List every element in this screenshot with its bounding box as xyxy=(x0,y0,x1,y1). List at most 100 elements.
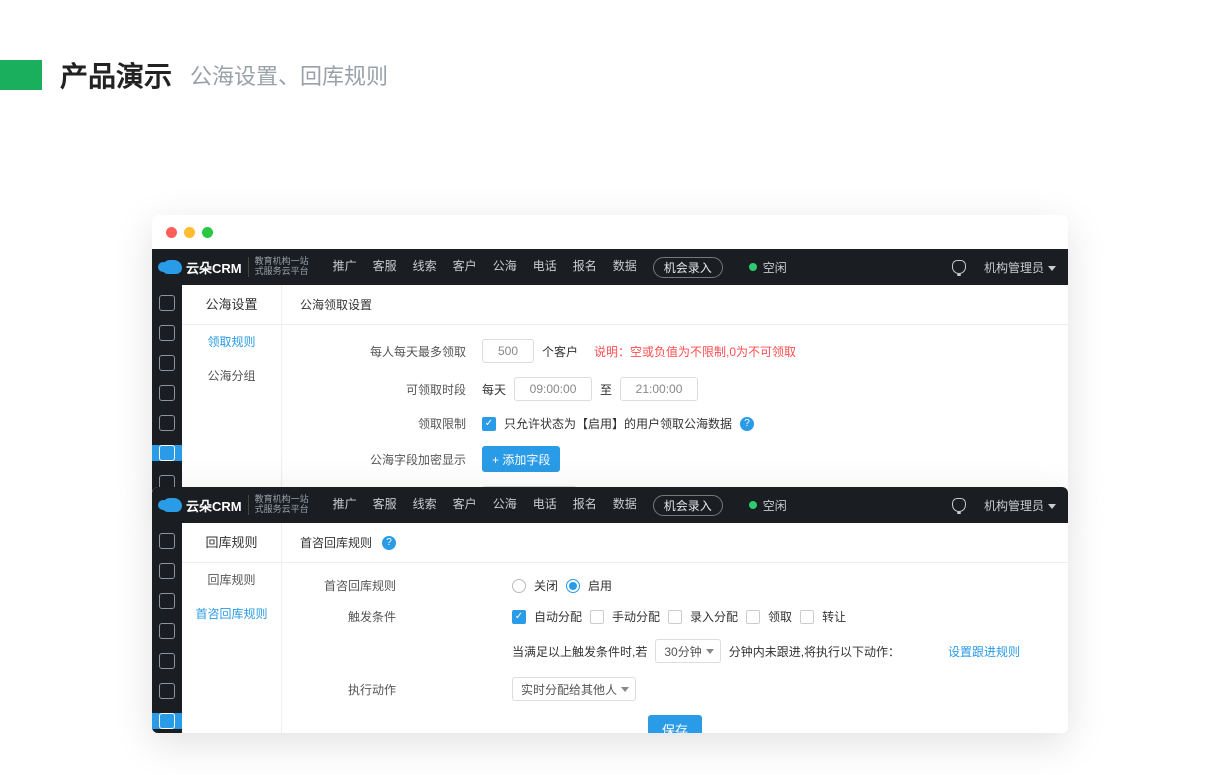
close-icon[interactable] xyxy=(166,227,177,238)
logo-text: 云朵CRM xyxy=(186,496,242,515)
nav-item[interactable]: 公海 xyxy=(493,257,517,278)
nav-item[interactable]: 报名 xyxy=(573,495,597,516)
nav-item[interactable]: 推广 xyxy=(333,257,357,278)
top-nav: 云朵CRM 教育机构一站 式服务云平台 推广 客服 线索 客户 公海 电话 报名… xyxy=(152,249,1068,285)
window-public-sea-settings: 云朵CRM 教育机构一站 式服务云平台 推广 客服 线索 客户 公海 电话 报名… xyxy=(152,215,1068,495)
slide-title: 产品演示 xyxy=(60,55,172,95)
rail-icon[interactable] xyxy=(159,325,175,341)
nav-item[interactable]: 电话 xyxy=(533,257,557,278)
select-action[interactable]: 实时分配给其他人 xyxy=(512,677,636,701)
logo-subtitle: 教育机构一站 式服务云平台 xyxy=(248,257,309,277)
label-daily-max: 每人每天最多领取 xyxy=(282,343,482,360)
nav-chip[interactable]: 机会录入 xyxy=(653,495,723,516)
status-dot-icon xyxy=(749,263,757,271)
logo[interactable]: 云朵CRM 教育机构一站 式服务云平台 xyxy=(152,495,319,515)
radio-off[interactable] xyxy=(512,579,526,593)
radio-off-label: 关闭 xyxy=(534,577,558,594)
sub-sidebar-head: 公海设置 xyxy=(182,285,281,325)
rail-icon[interactable] xyxy=(159,385,175,401)
logo[interactable]: 云朵CRM 教育机构一站 式服务云平台 xyxy=(152,257,319,277)
cond-post: 分钟内未跟进,将执行以下动作： xyxy=(729,643,900,660)
input-daily-max[interactable] xyxy=(482,339,534,363)
nav-item[interactable]: 数据 xyxy=(613,495,637,516)
unit-text: 个客户 xyxy=(542,343,578,360)
logo-text: 云朵CRM xyxy=(186,258,242,277)
slide-header: 产品演示 公海设置、回库规则 xyxy=(0,55,1210,95)
cloud-icon xyxy=(162,498,182,512)
accent-block xyxy=(0,60,42,90)
note-text: 说明：空或负值为不限制,0为不可领取 xyxy=(594,343,796,360)
rail-icon[interactable] xyxy=(159,415,175,431)
rail-icon[interactable] xyxy=(159,563,175,579)
rail-icon[interactable] xyxy=(159,623,175,639)
checkbox-transfer[interactable] xyxy=(800,610,814,624)
rail-icon-active[interactable] xyxy=(159,713,175,729)
content: 公海领取设置 每人每天最多领取 个客户 说明：空或负值为不限制,0为不可领取 可… xyxy=(282,285,1068,495)
help-icon[interactable]: ? xyxy=(382,536,396,550)
label-claim-limit: 领取限制 xyxy=(282,415,482,432)
nav-item[interactable]: 电话 xyxy=(533,495,557,516)
label-first-rule: 首咨回库规则 xyxy=(282,577,412,594)
chevron-down-icon xyxy=(1048,266,1056,271)
nav-chip[interactable]: 机会录入 xyxy=(653,257,723,278)
bell-icon[interactable] xyxy=(952,498,966,512)
cloud-icon xyxy=(162,260,182,274)
nav-item[interactable]: 线索 xyxy=(413,495,437,516)
nav-item[interactable]: 推广 xyxy=(333,495,357,516)
status-dot-icon xyxy=(749,501,757,509)
nav-item[interactable]: 客户 xyxy=(453,257,477,278)
sidebar-item-return-rules[interactable]: 回库规则 xyxy=(182,563,281,597)
to-label: 至 xyxy=(600,381,612,398)
rail-icon[interactable] xyxy=(159,295,175,311)
input-time-from[interactable] xyxy=(514,377,592,401)
content: 首咨回库规则 ? 首咨回库规则 关闭 启用 触发条件 自动分配 xyxy=(282,523,1068,733)
nav-item[interactable]: 数据 xyxy=(613,257,637,278)
nav-right: 机构管理员 xyxy=(952,259,1056,276)
rail-icon[interactable] xyxy=(159,593,175,609)
radio-on[interactable] xyxy=(566,579,580,593)
sidebar-item-sea-groups[interactable]: 公海分组 xyxy=(182,359,281,393)
nav-item[interactable]: 客服 xyxy=(373,257,397,278)
status[interactable]: 空闲 xyxy=(749,259,787,276)
checkbox-manual-assign[interactable] xyxy=(590,610,604,624)
user-menu[interactable]: 机构管理员 xyxy=(984,259,1056,276)
cond-pre: 当满足以上触发条件时,若 xyxy=(512,643,647,660)
sidebar-item-first-consult-return[interactable]: 首咨回库规则 xyxy=(182,597,281,631)
content-head: 首咨回库规则 ? xyxy=(282,523,1068,563)
side-rail xyxy=(152,285,182,495)
checkbox-auto-assign[interactable] xyxy=(512,610,526,624)
label-trigger: 触发条件 xyxy=(282,608,412,625)
user-menu[interactable]: 机构管理员 xyxy=(984,497,1056,514)
rail-icon[interactable] xyxy=(159,533,175,549)
maximize-icon[interactable] xyxy=(202,227,213,238)
input-time-to[interactable] xyxy=(620,377,698,401)
sub-sidebar-head: 回库规则 xyxy=(182,523,281,563)
rail-icon[interactable] xyxy=(159,683,175,699)
nav-item[interactable]: 客户 xyxy=(453,495,477,516)
label-action: 执行动作 xyxy=(282,681,412,698)
status[interactable]: 空闲 xyxy=(749,497,787,514)
nav-item[interactable]: 公海 xyxy=(493,495,517,516)
minimize-icon[interactable] xyxy=(184,227,195,238)
label-encrypt-fields: 公海字段加密显示 xyxy=(282,451,482,468)
nav-items: 推广 客服 线索 客户 公海 电话 报名 数据 机会录入 xyxy=(333,257,723,278)
link-set-follow-rule[interactable]: 设置跟进规则 xyxy=(948,643,1020,660)
bell-icon[interactable] xyxy=(952,260,966,274)
prefix-text: 每天 xyxy=(482,381,506,398)
save-button[interactable]: 保存 xyxy=(648,715,702,733)
rail-icon-active[interactable] xyxy=(159,445,175,461)
checkbox-entry-assign[interactable] xyxy=(668,610,682,624)
add-field-button[interactable]: + 添加字段 xyxy=(482,446,560,472)
select-minutes[interactable]: 30分钟 xyxy=(655,639,720,663)
checkbox-enabled-only[interactable] xyxy=(482,417,496,431)
logo-subtitle: 教育机构一站 式服务云平台 xyxy=(248,495,309,515)
checkbox-claim[interactable] xyxy=(746,610,760,624)
nav-item[interactable]: 线索 xyxy=(413,257,437,278)
rail-icon[interactable] xyxy=(159,355,175,371)
nav-item[interactable]: 报名 xyxy=(573,257,597,278)
sidebar-item-claim-rules[interactable]: 领取规则 xyxy=(182,325,281,359)
rail-icon[interactable] xyxy=(159,653,175,669)
nav-item[interactable]: 客服 xyxy=(373,495,397,516)
nav-items: 推广 客服 线索 客户 公海 电话 报名 数据 机会录入 xyxy=(333,495,723,516)
help-icon[interactable]: ? xyxy=(740,417,754,431)
